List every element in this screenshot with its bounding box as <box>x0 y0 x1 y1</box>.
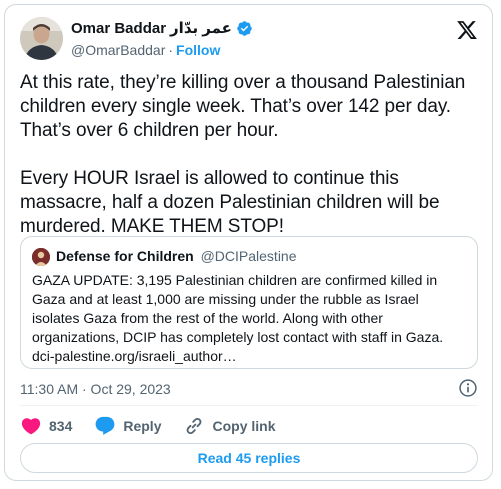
verified-badge-icon <box>237 20 252 36</box>
author-handle-row: @OmarBaddar · Follow <box>71 42 220 58</box>
copy-link-icon <box>187 417 202 435</box>
tweet-card: Omar Baddar عمر بدّار @OmarBaddar · Follow… <box>4 4 493 481</box>
action-bar: 834 Reply Copy link <box>20 414 298 438</box>
quoted-tweet[interactable]: Defense for Children @DCIPalestine GAZA … <box>20 236 478 369</box>
reply-label: Reply <box>123 418 162 434</box>
heart-icon <box>21 418 41 435</box>
read-replies-button[interactable]: Read 45 replies <box>20 443 478 473</box>
author-name-row: Omar Baddar عمر بدّار <box>71 19 253 37</box>
like-count: 834 <box>49 418 73 434</box>
info-icon[interactable] <box>458 378 478 398</box>
separator-dot: · <box>168 42 174 58</box>
author-avatar[interactable] <box>20 17 63 60</box>
author-name[interactable]: Omar Baddar <box>71 20 166 37</box>
x-logo-icon[interactable] <box>456 19 478 41</box>
quoted-author-avatar <box>32 248 50 266</box>
like-button[interactable]: 834 <box>20 415 72 437</box>
divider <box>20 405 478 406</box>
quoted-author-handle: @DCIPalestine <box>200 248 297 264</box>
quoted-author-name: Defense for Children <box>56 248 194 264</box>
author-handle[interactable]: @OmarBaddar <box>71 42 165 58</box>
reply-bubble-icon <box>95 416 115 435</box>
copy-link-label: Copy link <box>212 418 276 434</box>
copy-link-button[interactable]: Copy link <box>183 415 276 437</box>
quoted-header: Defense for Children @DCIPalestine <box>56 248 297 264</box>
quoted-text: GAZA UPDATE: 3,195 Palestinian children … <box>32 272 444 364</box>
tweet-timestamp[interactable]: 11:30 AM · Oct 29, 2023 <box>20 381 171 397</box>
tweet-text: At this rate, they’re killing over a tho… <box>20 72 466 237</box>
author-name-arabic[interactable]: عمر بدّار <box>170 19 232 37</box>
reply-button[interactable]: Reply <box>94 415 161 437</box>
follow-button[interactable]: Follow <box>176 42 220 58</box>
